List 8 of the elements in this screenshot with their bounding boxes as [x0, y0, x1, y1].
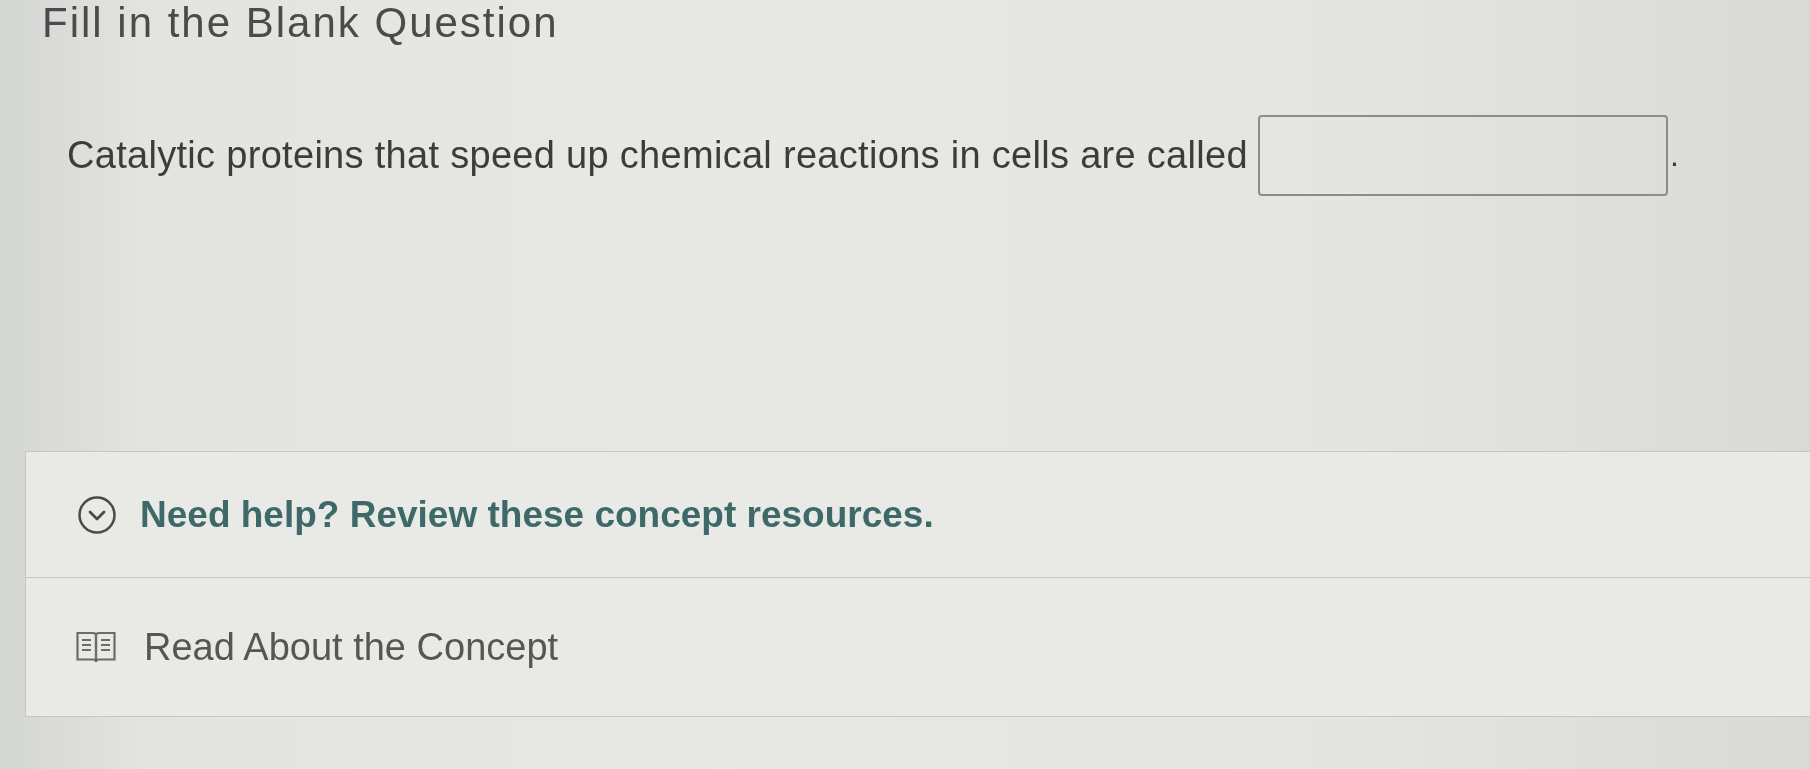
answer-field[interactable] [1257, 115, 1668, 196]
resource-link[interactable]: Read About the Concept [76, 625, 559, 669]
chevron-down-icon [78, 495, 116, 534]
page-title: Fill in the Blank Question [41, 0, 560, 46]
question-text: Catalytic proteins that speed up chemical reactions in cells are called [67, 134, 1248, 177]
sentence-period: . [1669, 137, 1679, 174]
book-icon [76, 630, 116, 664]
help-toggle[interactable]: Need help? Review these concept resources. [78, 493, 934, 536]
